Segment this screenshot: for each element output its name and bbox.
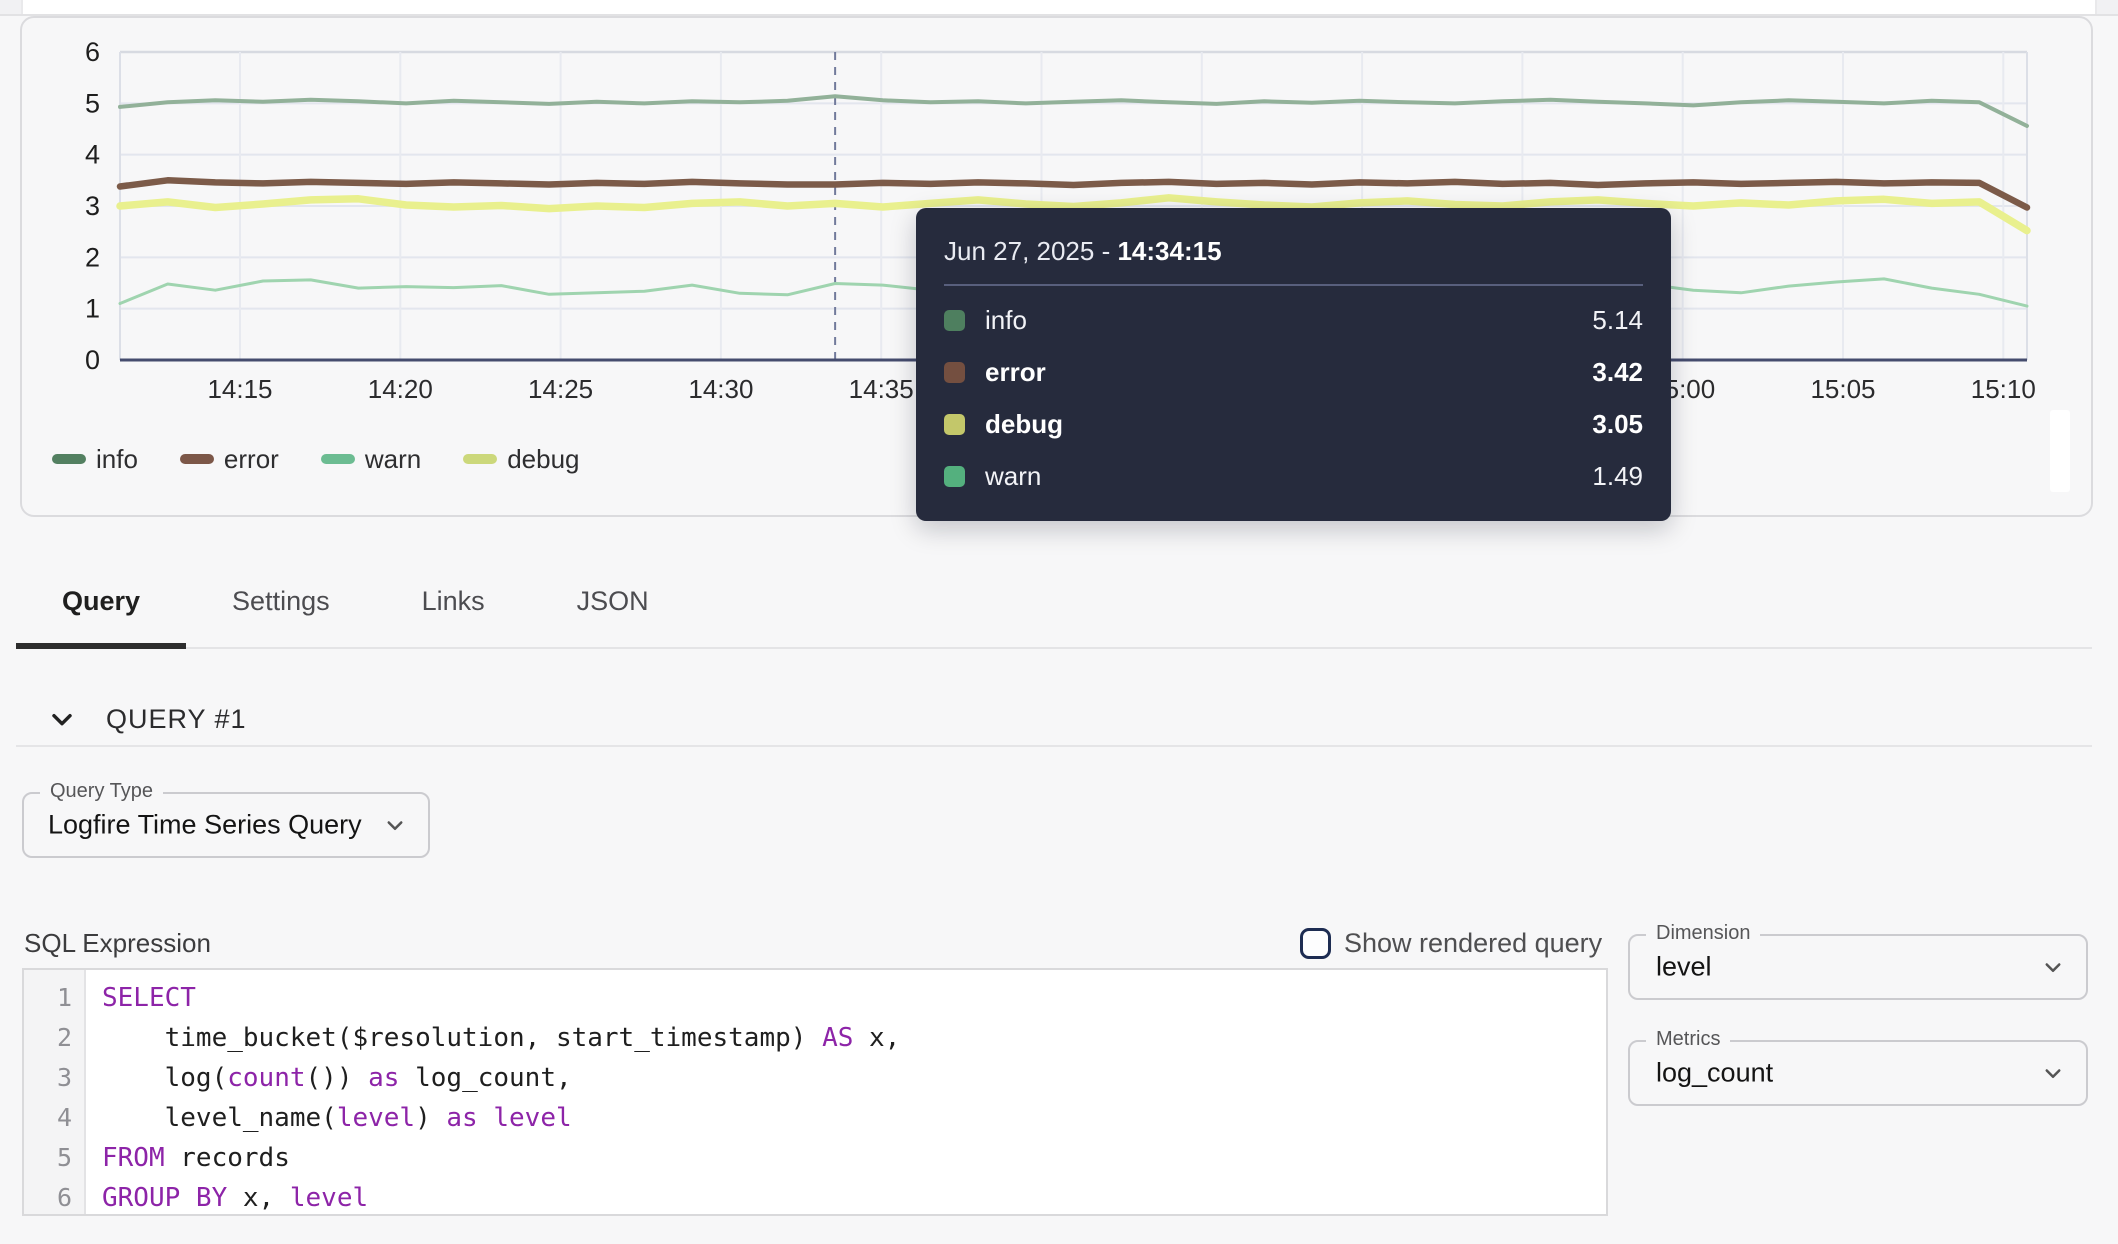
legend-item-warn[interactable]: warn (321, 444, 421, 475)
query-section-header[interactable]: QUERY #1 (46, 700, 247, 738)
scrollbar-thumb[interactable] (2050, 410, 2070, 492)
legend-label: info (96, 444, 138, 475)
line-number: 1 (24, 978, 84, 1018)
x-axis-tick-label: 14:20 (368, 374, 433, 404)
code-line: time_bucket($resolution, start_timestamp… (102, 1018, 1606, 1058)
tooltip-swatch-info (944, 310, 965, 331)
legend-swatch-error (180, 454, 214, 464)
x-axis-tick-label: 14:15 (207, 374, 272, 404)
dimension-value: level (1656, 952, 1712, 983)
dimension-label: Dimension (1646, 922, 1760, 945)
chart-legend: info error warn debug (52, 442, 580, 476)
legend-item-error[interactable]: error (180, 444, 279, 475)
code-line: GROUP BY x, level (102, 1178, 1606, 1216)
x-axis-tick-label: 14:25 (528, 374, 593, 404)
metrics-label: Metrics (1646, 1028, 1730, 1051)
panel-tab-bar: QuerySettingsLinksJSON (16, 555, 2092, 649)
code-line: SELECT (102, 978, 1606, 1018)
tooltip-swatch-error (944, 362, 965, 383)
code-line: log(count()) as log_count, (102, 1058, 1606, 1098)
y-axis-tick-label: 0 (85, 345, 100, 375)
tooltip-row-debug: debug3.05 (944, 398, 1643, 450)
y-axis-tick-label: 6 (85, 37, 100, 67)
tooltip-series-value: 1.49 (1592, 461, 1643, 492)
line-number: 5 (24, 1138, 84, 1178)
legend-label: error (224, 444, 279, 475)
query-type-value: Logfire Time Series Query (48, 810, 362, 841)
query-type-select[interactable]: Query Type Logfire Time Series Query (22, 792, 430, 858)
legend-label: warn (365, 444, 421, 475)
line-number: 3 (24, 1058, 84, 1098)
y-axis-tick-label: 2 (85, 242, 100, 272)
top-panel-edge-inner (21, 0, 2097, 14)
y-axis-tick-label: 4 (85, 140, 100, 170)
query-section-title: QUERY #1 (106, 704, 247, 735)
chart-tooltip: Jun 27, 2025 - 14:34:15 info5.14error3.4… (916, 208, 1671, 521)
tooltip-swatch-debug (944, 414, 965, 435)
metrics-select[interactable]: Metrics log_count (1628, 1040, 2088, 1106)
y-axis-tick-label: 3 (85, 191, 100, 221)
x-axis-tick-label: 15:05 (1810, 374, 1875, 404)
tooltip-row-error: error3.42 (944, 346, 1643, 398)
show-rendered-query-label: Show rendered query (1344, 928, 1602, 959)
line-number: 6 (24, 1178, 84, 1216)
legend-swatch-warn (321, 454, 355, 464)
section-divider (16, 745, 2092, 747)
tab-json[interactable]: JSON (531, 555, 695, 647)
tooltip-date: Jun 27, 2025 - (944, 236, 1110, 266)
tooltip-row-info: info5.14 (944, 294, 1643, 346)
chevron-down-icon (2038, 952, 2068, 982)
line-number: 4 (24, 1098, 84, 1138)
tab-settings[interactable]: Settings (186, 555, 376, 647)
legend-item-info[interactable]: info (52, 444, 138, 475)
tooltip-series-label: info (985, 305, 1592, 336)
sql-expression-label: SQL Expression (24, 928, 211, 959)
dashboard-page: 012345614:1514:2014:2514:3014:3514:4014:… (0, 0, 2118, 1244)
show-rendered-query-row: Show rendered query (1300, 924, 1602, 962)
tooltip-swatch-warn (944, 466, 965, 487)
code-line: FROM records (102, 1138, 1606, 1178)
y-axis-tick-label: 1 (85, 294, 100, 324)
tooltip-series-value: 3.42 (1592, 357, 1643, 388)
metrics-value: log_count (1656, 1058, 1773, 1089)
legend-label: debug (507, 444, 579, 475)
legend-swatch-info (52, 454, 86, 464)
tooltip-row-warn: warn1.49 (944, 450, 1643, 502)
tab-query[interactable]: Query (16, 555, 186, 647)
sql-editor-code[interactable]: SELECT time_bucket($resolution, start_ti… (86, 970, 1606, 1214)
legend-item-debug[interactable]: debug (463, 444, 579, 475)
query-type-label: Query Type (40, 780, 163, 803)
tooltip-time: 14:34:15 (1117, 236, 1221, 266)
x-axis-tick-label: 14:35 (849, 374, 914, 404)
chevron-down-icon (380, 810, 410, 840)
top-panel-edge (0, 0, 2118, 16)
y-axis-tick-label: 5 (85, 88, 100, 118)
x-axis-tick-label: 15:10 (1971, 374, 2036, 404)
sql-editor: 123456 SELECT time_bucket($resolution, s… (22, 968, 1608, 1216)
tooltip-series-label: error (985, 357, 1592, 388)
chevron-down-icon (46, 703, 78, 735)
tooltip-rows: info5.14error3.42debug3.05warn1.49 (944, 294, 1643, 502)
line-number: 2 (24, 1018, 84, 1058)
tooltip-header: Jun 27, 2025 - 14:34:15 (944, 232, 1643, 270)
tooltip-series-value: 3.05 (1592, 409, 1643, 440)
series-line-info (120, 96, 2027, 126)
tooltip-series-label: debug (985, 409, 1592, 440)
show-rendered-query-checkbox[interactable] (1300, 928, 1331, 959)
x-axis-tick-label: 14:30 (688, 374, 753, 404)
legend-swatch-debug (463, 454, 497, 464)
sql-editor-gutter: 123456 (24, 970, 86, 1214)
code-line: level_name(level) as level (102, 1098, 1606, 1138)
dimension-select[interactable]: Dimension level (1628, 934, 2088, 1000)
tab-links[interactable]: Links (376, 555, 531, 647)
tooltip-divider (944, 284, 1643, 286)
tooltip-series-value: 5.14 (1592, 305, 1643, 336)
tooltip-series-label: warn (985, 461, 1592, 492)
chevron-down-icon (2038, 1058, 2068, 1088)
